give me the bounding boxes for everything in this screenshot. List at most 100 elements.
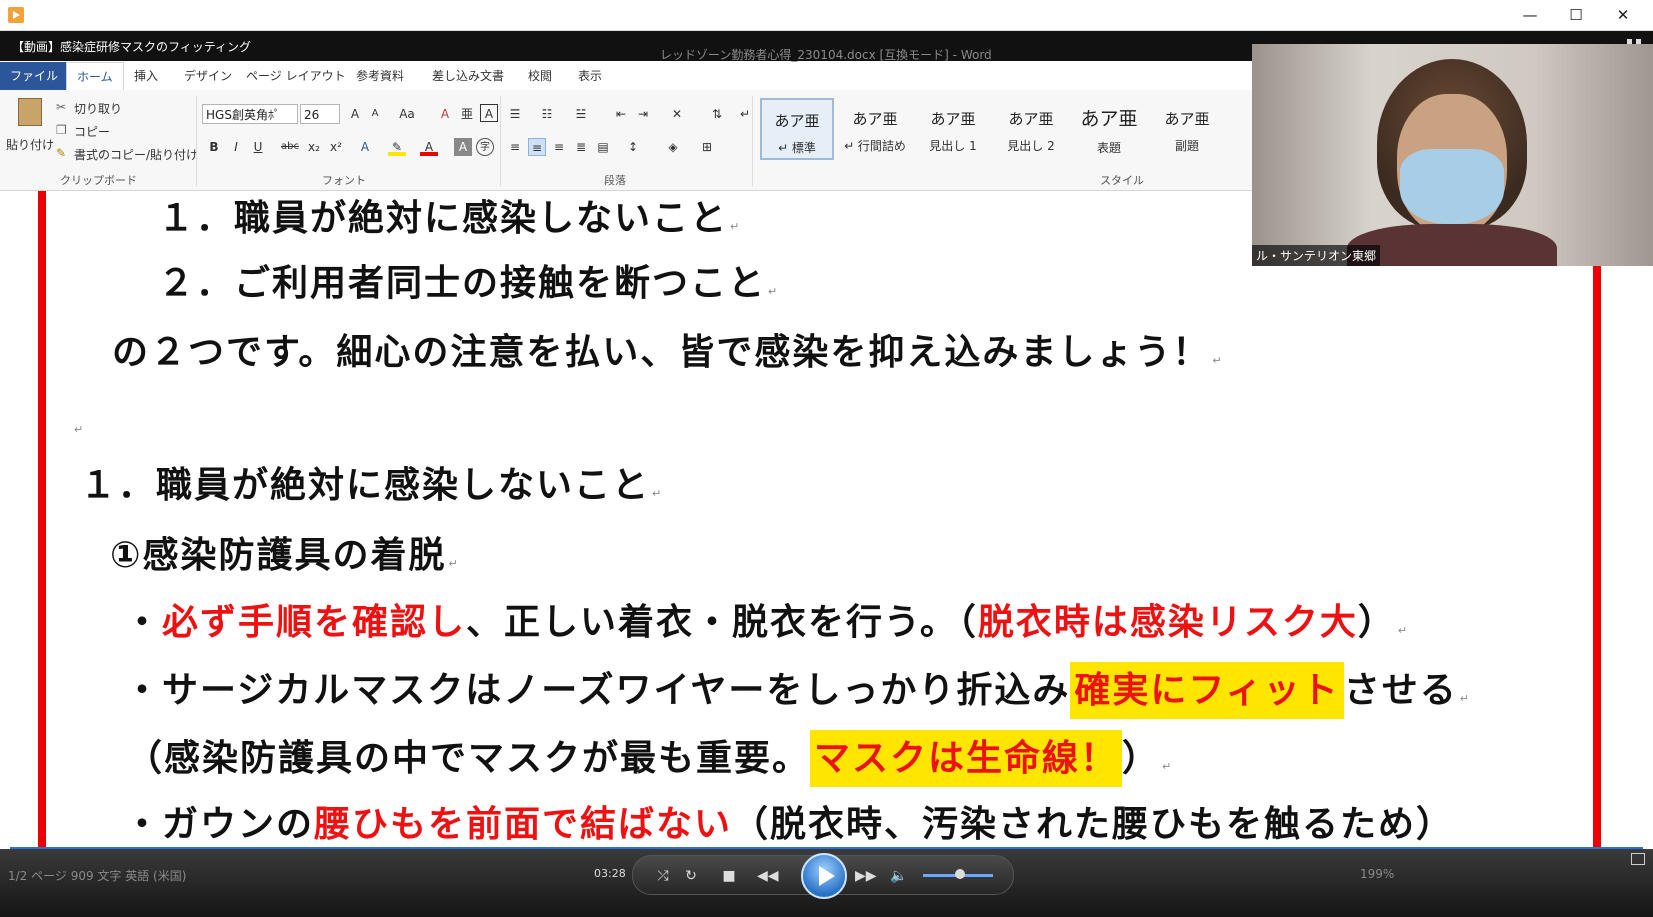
style-heading-1[interactable]: あア亜 見出し 1 (916, 98, 990, 160)
underline-icon[interactable]: U (249, 138, 267, 156)
tab-design[interactable]: デザイン (174, 62, 242, 90)
paste-button[interactable]: 貼り付け (6, 136, 54, 153)
increase-indent-icon[interactable]: ⇥ (634, 105, 652, 123)
sort-icon[interactable]: ⇅ (708, 105, 726, 123)
change-case-icon[interactable]: Aa (394, 105, 420, 123)
asian-layout-icon[interactable]: ✕ (668, 105, 686, 123)
play-button[interactable] (801, 853, 847, 899)
clipboard-group-label: クリップボード (60, 174, 137, 187)
italic-icon[interactable]: I (227, 138, 245, 156)
tab-home[interactable]: ホーム (66, 62, 124, 91)
tab-mailings[interactable]: 差し込み文書 (422, 62, 514, 90)
font-group-label: フォント (322, 174, 366, 187)
maximize-button[interactable]: ☐ (1553, 0, 1599, 30)
decrease-indent-icon[interactable]: ⇤ (612, 105, 630, 123)
next-icon[interactable]: ▶▶ (855, 866, 877, 886)
paste-icon[interactable] (18, 98, 42, 126)
tab-references[interactable]: 参考資料 (346, 62, 414, 90)
subscript-icon[interactable]: x₂ (305, 138, 323, 156)
scissors-icon: ✂ (56, 100, 67, 114)
clear-format-icon[interactable]: A (436, 105, 454, 123)
align-right-icon[interactable]: ≡ (550, 138, 568, 156)
tab-review[interactable]: 校閲 (518, 62, 562, 90)
align-left-icon[interactable]: ≡ (506, 138, 524, 156)
strikethrough-icon[interactable]: abc (279, 138, 301, 156)
distributed-icon[interactable]: ▤ (594, 138, 612, 156)
presenter-mask (1400, 149, 1504, 224)
doc-heading-2: ①感染防護具の着脱 ↵ (110, 526, 458, 578)
superscript-icon[interactable]: x² (327, 138, 345, 156)
numbering-icon[interactable]: ☷ (538, 105, 556, 123)
doc-line-item-1: １．職員が絶対に感染しないこと ↵ (158, 191, 739, 241)
bold-icon[interactable]: B (205, 138, 223, 156)
doc-text: 、正しい着衣・脱衣を行う。（ (466, 602, 978, 643)
character-shading-icon[interactable]: A (454, 138, 472, 156)
style-no-spacing[interactable]: あア亜 ↵ 行間詰め (838, 98, 912, 160)
font-size-combo[interactable]: 26 (300, 104, 340, 124)
repeat-icon[interactable]: ↻ (681, 866, 701, 886)
paragraph-mark: ↵ (1459, 692, 1469, 705)
justify-icon[interactable]: ≣ (572, 138, 590, 156)
style-normal[interactable]: あア亜 ↵ 標準 (760, 98, 834, 160)
grow-font-icon[interactable]: A (346, 105, 364, 123)
volume-knob[interactable] (955, 869, 965, 879)
highlight-color-icon[interactable]: ✎ (388, 138, 406, 156)
doc-line-mask-note: （感染防護具の中でマスクが最も重要。 マスクは生命線！） ↵ (126, 729, 1171, 787)
style-subtitle[interactable]: あア亜 副題 (1150, 98, 1224, 160)
font-color-icon[interactable]: A (420, 138, 438, 156)
doc-text-highlighted: マスクは生命線！ (810, 730, 1123, 787)
shuffle-icon[interactable]: ⤮ (653, 866, 673, 886)
tab-file[interactable]: ファイル (0, 62, 69, 90)
style-heading-2[interactable]: あア亜 見出し 2 (994, 98, 1068, 160)
phonetic-guide-icon[interactable]: 亜 (458, 105, 476, 123)
doc-text: ） (1122, 738, 1161, 779)
doc-heading-1: １．職員が絶対に感染しないこと ↵ (80, 456, 661, 508)
transport-controls: ⤮ ↻ ■ ◀◀ ▶▶ 🔈 (632, 853, 1014, 899)
tab-insert[interactable]: 挿入 (124, 62, 168, 90)
cut-button[interactable]: 切り取り (74, 100, 122, 117)
zoom-level[interactable]: 199% (1360, 867, 1394, 881)
character-border-icon[interactable]: A (480, 104, 498, 122)
paragraph-mark: ↵ (652, 487, 662, 500)
paragraph-mark: ↵ (74, 423, 84, 436)
doc-text: の２つです。細心の注意を払い、皆で感染を抑え込みましょう！ (112, 332, 1211, 373)
style-sample: あア亜 (852, 110, 898, 128)
word-status-text: 1/2 ページ 909 文字 英語 (米国) (8, 869, 187, 883)
webcam-overlay: ル・サンテリオン東郷 (1252, 44, 1653, 266)
stop-icon[interactable]: ■ (719, 866, 739, 886)
doc-bullet-1: ・必ず手順を確認し、正しい着衣・脱衣を行う。（脱衣時は感染リスク大） ↵ (124, 593, 1407, 645)
page-border-left (38, 191, 46, 847)
line-spacing-icon[interactable]: ↕ (624, 138, 642, 156)
word-window-title: レッドゾーン勤務者心得_230104.docx [互換モード] - Word (660, 48, 992, 62)
webcam-name-label: ル・サンテリオン東郷 (1252, 245, 1381, 266)
format-painter-button[interactable]: 書式のコピー/貼り付け (74, 146, 198, 163)
format-painter-icon: ✎ (56, 146, 67, 160)
doc-text: １．職員が絶対に感染しないこと (80, 465, 651, 506)
shrink-font-icon[interactable]: A (366, 105, 384, 123)
font-name-combo[interactable]: HGS創英角ﾎﾟ (202, 104, 298, 124)
text-effects-icon[interactable]: A (356, 138, 374, 156)
shading-icon[interactable]: ◈ (664, 138, 682, 156)
document-page[interactable]: １．職員が絶対に感染しないこと ↵ ２．ご利用者同士の接触を断つこと ↵ の２つです… (0, 191, 1653, 847)
ribbon-separator (500, 96, 501, 186)
previous-icon[interactable]: ◀◀ (757, 866, 779, 886)
ribbon-separator (752, 96, 753, 186)
style-sample: あア亜 (1164, 110, 1210, 128)
copy-button[interactable]: コピー (74, 123, 110, 140)
borders-icon[interactable]: ⊞ (698, 138, 716, 156)
doc-text-red: 必ず手順を確認し (162, 602, 467, 643)
minimize-button[interactable]: — (1507, 0, 1553, 30)
ribbon-separator (196, 96, 197, 186)
tab-page-layout[interactable]: ページ レイアウト (236, 62, 356, 90)
tab-view[interactable]: 表示 (568, 62, 612, 90)
paragraph-group-label: 段落 (604, 174, 626, 187)
enclose-characters-icon[interactable]: 字 (476, 138, 494, 156)
multilevel-list-icon[interactable]: ☱ (572, 105, 590, 123)
align-center-icon[interactable]: ≡ (528, 138, 546, 156)
switch-to-library-icon[interactable] (1631, 853, 1645, 865)
volume-icon[interactable]: 🔈 (889, 866, 909, 886)
style-title[interactable]: あア亜 表題 (1072, 98, 1146, 160)
close-button[interactable]: ✕ (1600, 0, 1646, 30)
style-sample: あア亜 (930, 110, 976, 128)
bullets-icon[interactable]: ☰ (506, 105, 524, 123)
